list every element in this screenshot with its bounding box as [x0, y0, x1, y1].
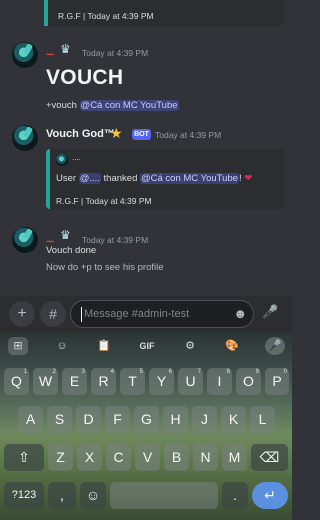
text-cursor — [81, 307, 82, 322]
crown-icon: ♛ — [60, 228, 71, 242]
voice-input-icon[interactable]: 🎤 — [265, 337, 285, 355]
key-o[interactable]: O9 — [236, 368, 261, 395]
shift-key[interactable]: ⇧ — [4, 444, 44, 471]
emoji-icon[interactable]: ☻ — [233, 306, 247, 321]
message-text: +vouch @Cá con MC YouTube — [46, 100, 179, 111]
microphone-icon[interactable]: 🎤 — [262, 304, 278, 320]
embed-footer: R.G.F | Today at 4:39 PM — [56, 196, 152, 206]
message-composer: + # Message #admin-test ☻ 🎤 — [0, 296, 292, 332]
symbols-key[interactable]: ?123 — [4, 482, 44, 509]
apps-icon[interactable]: # — [40, 301, 66, 327]
key-b[interactable]: B — [164, 444, 189, 471]
on-screen-keyboard: ⊞ ☺ 📋 GIF ⚙ 🎨 🎤 Q1 W2 E3 R4 T5 Y6 U7 I8 … — [0, 332, 292, 520]
bot-tag: BOT — [132, 129, 151, 140]
key-s[interactable]: S — [47, 406, 72, 433]
key-r[interactable]: R4 — [91, 368, 116, 395]
space-key[interactable] — [110, 482, 218, 509]
key-u[interactable]: U7 — [178, 368, 203, 395]
timestamp: Today at 4:39 PM — [155, 130, 222, 140]
timestamp: Today at 4:39 PM — [82, 235, 149, 245]
key-z[interactable]: Z — [48, 444, 73, 471]
sticker-icon[interactable]: ☺ — [52, 337, 72, 355]
timestamp: Today at 4:39 PM — [82, 48, 149, 58]
crown-icon: ♛ — [60, 42, 71, 56]
avatar[interactable] — [12, 42, 38, 68]
key-d[interactable]: D — [76, 406, 101, 433]
embed-body: User @.... thanked @Cá con MC YouTube! ❤ — [56, 173, 253, 184]
key-y[interactable]: Y6 — [149, 368, 174, 395]
enter-key[interactable]: ↵ — [252, 482, 288, 509]
key-p[interactable]: P0 — [265, 368, 289, 395]
keyboard-toolbar: ⊞ ☺ 📋 GIF ⚙ 🎨 🎤 — [0, 332, 292, 360]
key-m[interactable]: M — [222, 444, 247, 471]
vouch-heading: VOUCH — [46, 66, 124, 89]
message-input[interactable]: Message #admin-test ☻ — [70, 300, 254, 328]
key-q[interactable]: Q1 — [4, 368, 29, 395]
vouch-embed: .... User @.... thanked @Cá con MC YouTu… — [46, 149, 284, 209]
user-mention[interactable]: @.... — [78, 173, 101, 184]
settings-icon[interactable]: ⚙ — [180, 337, 200, 355]
heart-icon: ❤ — [244, 173, 253, 184]
key-g[interactable]: G — [134, 406, 159, 433]
previous-embed: R.G.F | Today at 4:39 PM — [44, 0, 284, 26]
embed-footer: R.G.F | Today at 4:39 PM — [58, 11, 154, 21]
message-text: Vouch done — [46, 245, 97, 256]
embed-author-name: .... — [72, 153, 81, 162]
chat-area: R.G.F | Today at 4:39 PM ...... ♛ Today … — [0, 0, 292, 296]
key-v[interactable]: V — [135, 444, 160, 471]
username[interactable]: Vouch God™ — [46, 128, 115, 140]
avatar[interactable] — [12, 125, 38, 151]
key-w[interactable]: W2 — [33, 368, 58, 395]
key-k[interactable]: K — [221, 406, 246, 433]
message-text: Now do +p to see his profile — [46, 262, 164, 273]
clipboard-icon[interactable]: 📋 — [94, 337, 114, 355]
grid-icon[interactable]: ⊞ — [8, 337, 28, 355]
user-mention[interactable]: @Cá con MC YouTube — [140, 173, 239, 184]
gif-button[interactable]: GIF — [137, 337, 157, 355]
star-icon: ★ — [110, 125, 123, 141]
key-a[interactable]: A — [18, 406, 43, 433]
key-j[interactable]: J — [192, 406, 217, 433]
key-f[interactable]: F — [105, 406, 130, 433]
key-c[interactable]: C — [106, 444, 131, 471]
palette-icon[interactable]: 🎨 — [222, 337, 242, 355]
comma-key[interactable]: , — [48, 482, 76, 509]
key-l[interactable]: L — [250, 406, 275, 433]
user-mention[interactable]: @Cá con MC YouTube — [79, 100, 179, 111]
period-key[interactable]: . — [222, 482, 248, 509]
key-h[interactable]: H — [163, 406, 188, 433]
add-icon[interactable]: + — [9, 301, 35, 327]
username[interactable]: ...... — [46, 235, 54, 244]
username[interactable]: ...... — [46, 48, 54, 57]
emoji-key[interactable]: ☺ — [80, 482, 106, 509]
key-e[interactable]: E3 — [62, 368, 87, 395]
key-t[interactable]: T5 — [120, 368, 145, 395]
message-placeholder: Message #admin-test — [84, 308, 190, 320]
embed-author-avatar — [56, 154, 68, 166]
key-i[interactable]: I8 — [207, 368, 232, 395]
key-x[interactable]: X — [77, 444, 102, 471]
avatar[interactable] — [12, 227, 38, 253]
key-n[interactable]: N — [193, 444, 218, 471]
backspace-key[interactable]: ⌫ — [251, 444, 288, 471]
